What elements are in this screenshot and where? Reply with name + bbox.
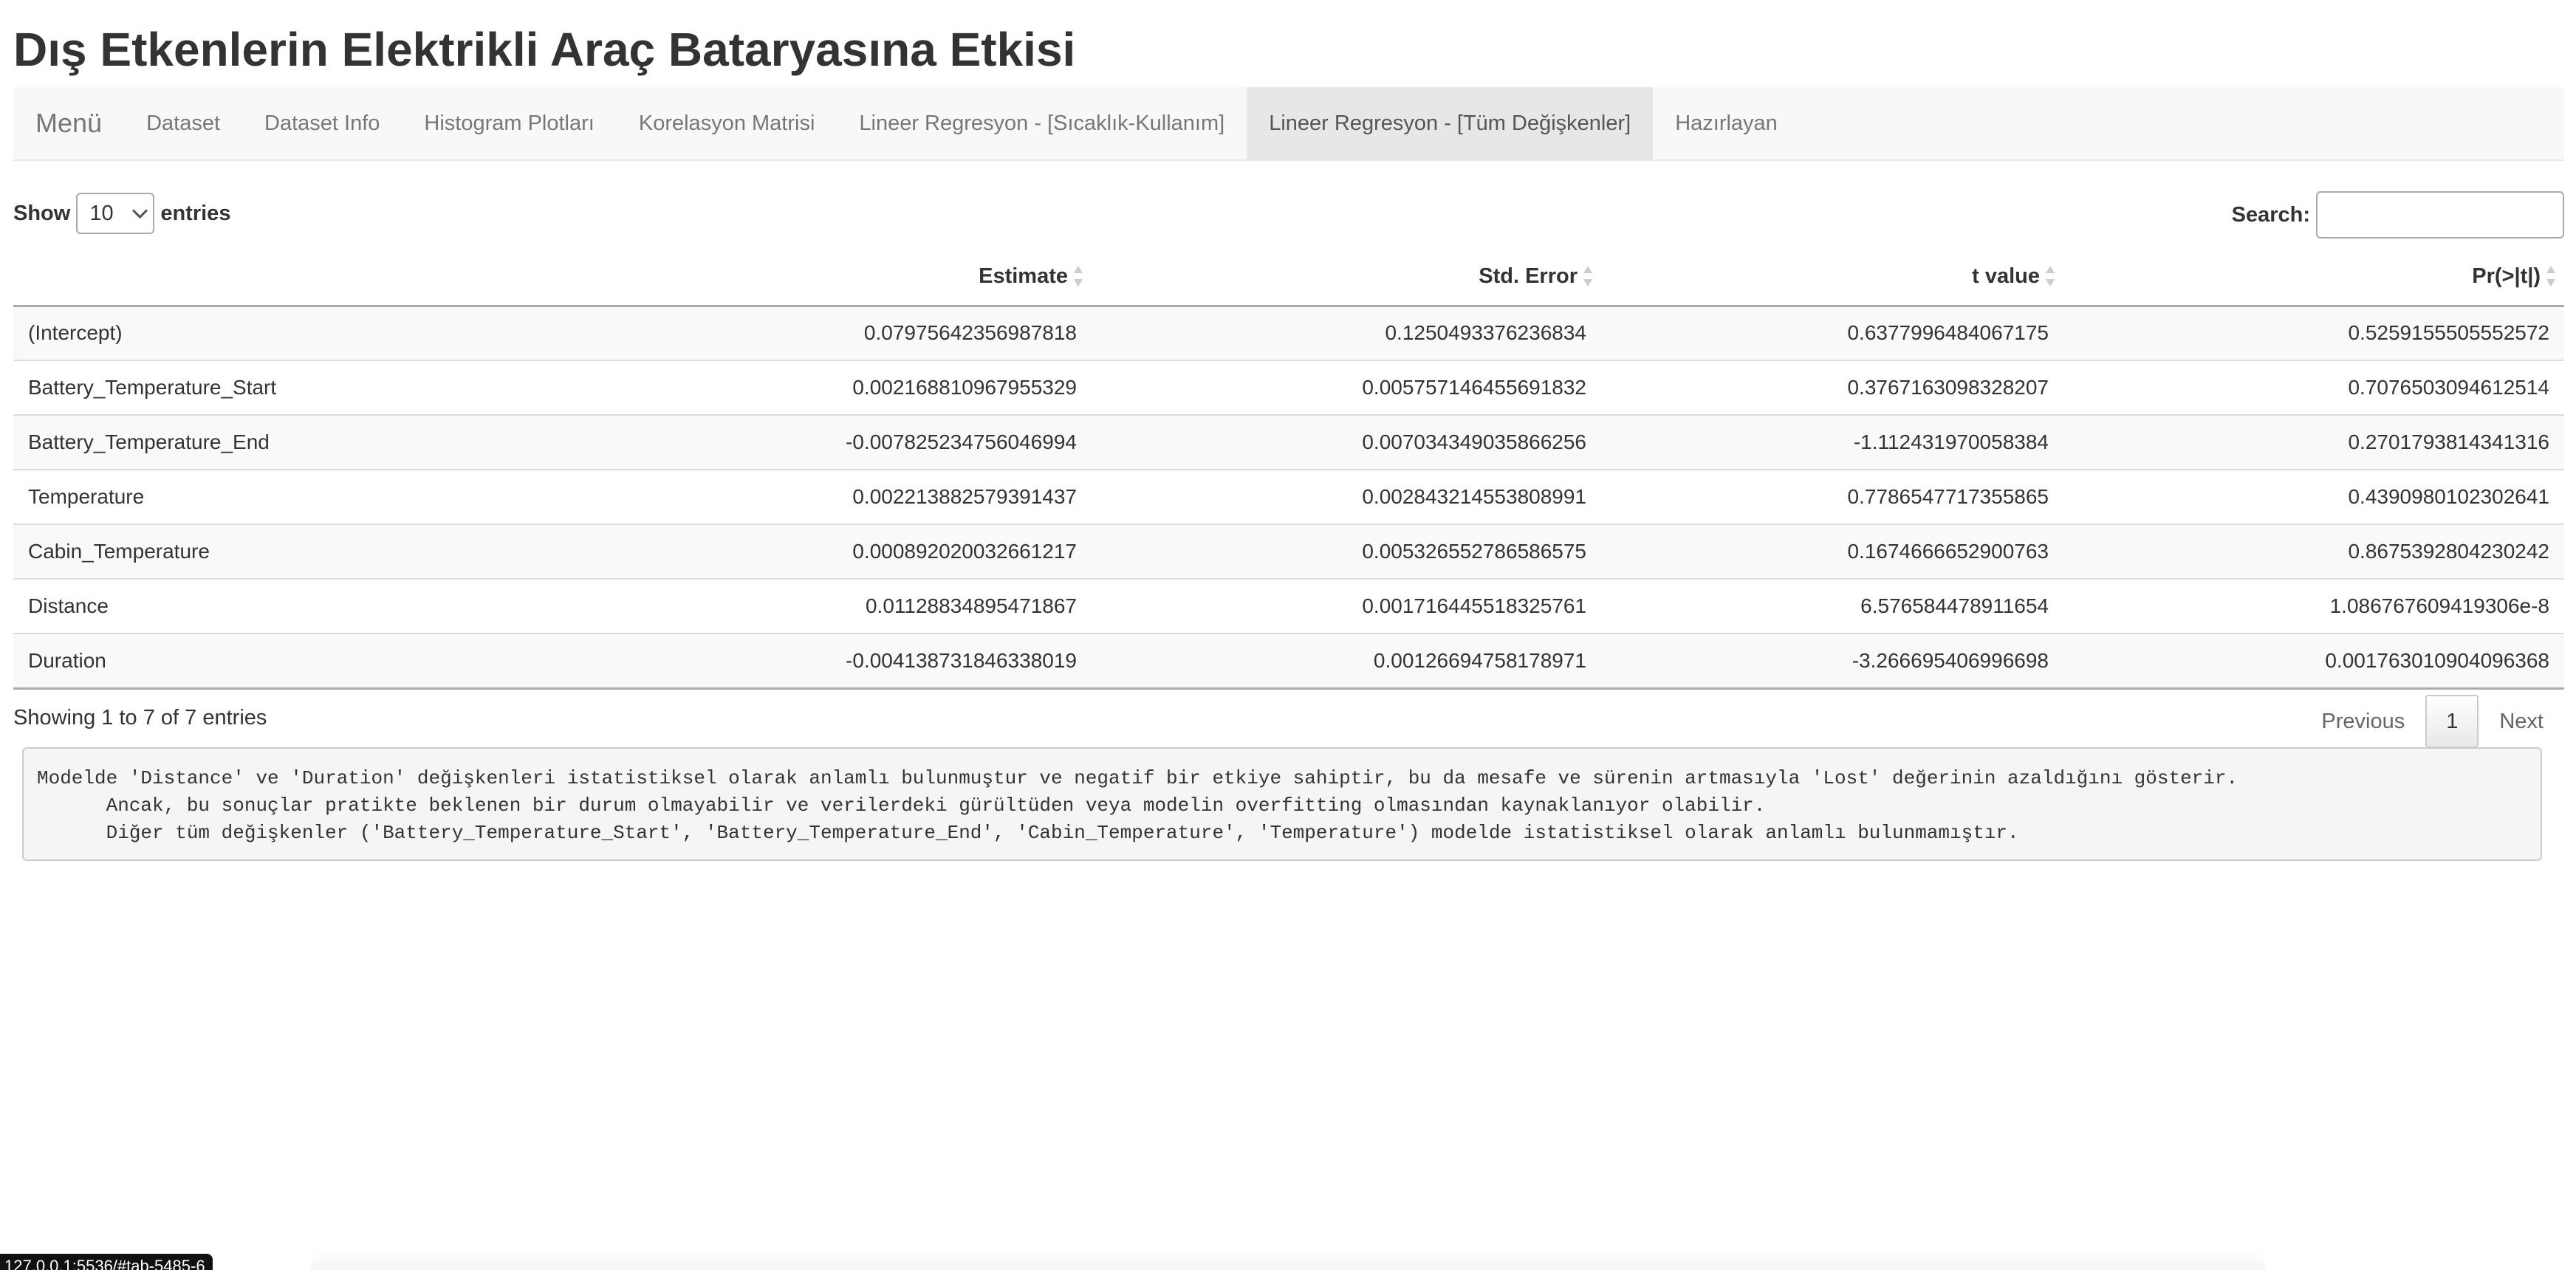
cell-rowname: Distance [13,578,575,634]
column-header-label: Std. Error [1479,264,1578,288]
cell-p-value: 0.001763010904096368 [2063,633,2564,690]
table-row: Duration -0.004138731846338019 0.0012669… [13,633,2564,690]
cell-estimate: 0.01128834895471867 [575,578,1092,634]
pagination: Previous 1 Next [2301,694,2564,749]
tab-author[interactable]: Hazırlayan [1653,87,1800,159]
cell-rowname: Cabin_Temperature [13,524,575,579]
page-title: Dış Etkenlerin Elektrikli Araç Bataryası… [13,23,1076,76]
table-row: Battery_Temperature_Start 0.002168810967… [13,360,2564,415]
column-header-estimate[interactable]: Estimate [575,248,1092,307]
cell-std-error: 0.005757146455691832 [1092,360,1601,415]
cell-estimate: 0.002168810967955329 [575,360,1092,415]
table-info: Showing 1 to 7 of 7 entries [13,706,267,730]
tab-dataset[interactable]: Dataset [124,87,242,159]
table-row: Distance 0.01128834895471867 0.001716445… [13,578,2564,634]
entries-label: entries [160,201,231,225]
cell-estimate: -0.004138731846338019 [575,633,1092,690]
table-row: Cabin_Temperature 0.000892020032661217 0… [13,524,2564,579]
page-1-button[interactable]: 1 [2425,695,2479,748]
cell-estimate: 0.07975642356987818 [575,305,1092,360]
tab-histogram-plots[interactable]: Histogram Plotları [402,87,616,159]
next-page-button[interactable]: Next [2479,695,2564,748]
bottom-shadow [310,1248,2266,1270]
table-row: Temperature 0.002213882579391437 0.00284… [13,469,2564,524]
search-input[interactable] [2316,191,2564,238]
cell-estimate: -0.007825234756046994 [575,414,1092,470]
cell-estimate: 0.002213882579391437 [575,469,1092,524]
cell-t-value: -1.112431970058384 [1601,414,2063,470]
column-header-label: t value [1972,264,2040,288]
sort-icon [1583,264,1592,288]
table-length-control: Show 10 entries [13,192,230,235]
column-header-label: Estimate [979,264,1068,288]
table-body: (Intercept) 0.07975642356987818 0.125049… [13,305,2564,690]
table-row: Battery_Temperature_End -0.0078252347560… [13,414,2564,470]
header-row: Estimate Std. Error t value Pr(>|t|) [13,248,2564,307]
cell-std-error: 0.005326552786586575 [1092,524,1601,579]
sort-icon [2546,264,2555,288]
table-header: Estimate Std. Error t value Pr(>|t|) [13,248,2564,307]
cell-p-value: 0.8675392804230242 [2063,524,2564,579]
cell-rowname: Temperature [13,469,575,524]
cell-rowname: Duration [13,633,575,690]
cell-p-value: 1.086767609419306e-8 [2063,578,2564,634]
chevron-down-icon [132,202,148,219]
cell-p-value: 0.7076503094612514 [2063,360,2564,415]
entries-per-page-value: 10 [89,201,114,225]
cell-p-value: 0.2701793814341316 [2063,414,2564,470]
cell-std-error: 0.00126694758178971 [1092,633,1601,690]
cell-p-value: 0.5259155505552572 [2063,305,2564,360]
tab-linear-regression-temp-usage[interactable]: Lineer Regresyon - [Sıcaklık-Kullanım] [837,87,1247,159]
interpretation-note: Modelde 'Distance' ve 'Duration' değişke… [22,747,2542,861]
navbar-brand[interactable]: Menü [13,87,124,159]
column-header-std-error[interactable]: Std. Error [1092,248,1601,307]
cell-t-value: 0.6377996484067175 [1601,305,2063,360]
navbar: Menü Dataset Dataset Info Histogram Plot… [13,87,2564,161]
cell-std-error: 0.001716445518325761 [1092,578,1601,634]
cell-t-value: 6.576584478911654 [1601,578,2063,634]
cell-p-value: 0.4390980102302641 [2063,469,2564,524]
regression-table: Estimate Std. Error t value Pr(>|t|) (In… [13,248,2564,690]
column-header-t-value[interactable]: t value [1601,248,2063,307]
table-search-control: Search: [2232,190,2564,239]
column-header-label: Pr(>|t|) [2472,264,2541,288]
cell-t-value: 0.7786547717355865 [1601,469,2063,524]
cell-std-error: 0.007034349035866256 [1092,414,1601,470]
previous-page-button[interactable]: Previous [2301,695,2425,748]
sort-icon [2046,264,2055,288]
cell-rowname: Battery_Temperature_End [13,414,575,470]
cell-std-error: 0.002843214553808991 [1092,469,1601,524]
cell-t-value: -3.266695406996698 [1601,633,2063,690]
search-label: Search: [2231,202,2310,227]
cell-estimate: 0.000892020032661217 [575,524,1092,579]
column-header-p-value[interactable]: Pr(>|t|) [2063,248,2564,307]
cell-rowname: (Intercept) [13,305,575,360]
cell-std-error: 0.1250493376236834 [1092,305,1601,360]
show-label: Show [13,201,71,225]
tab-dataset-info[interactable]: Dataset Info [242,87,402,159]
cell-t-value: 0.3767163098328207 [1601,360,2063,415]
sort-icon [1074,264,1083,288]
table-row: (Intercept) 0.07975642356987818 0.125049… [13,305,2564,360]
status-bar-url: 127.0.0.1:5536/#tab-5485-6 [0,1254,213,1270]
column-header-rowname [13,248,575,307]
entries-per-page-select[interactable]: 10 [76,193,155,234]
tab-linear-regression-all-vars[interactable]: Lineer Regresyon - [Tüm Değişkenler] [1247,87,1654,159]
cell-t-value: 0.1674666652900763 [1601,524,2063,579]
cell-rowname: Battery_Temperature_Start [13,360,575,415]
tab-correlation-matrix[interactable]: Korelasyon Matrisi [617,87,837,159]
